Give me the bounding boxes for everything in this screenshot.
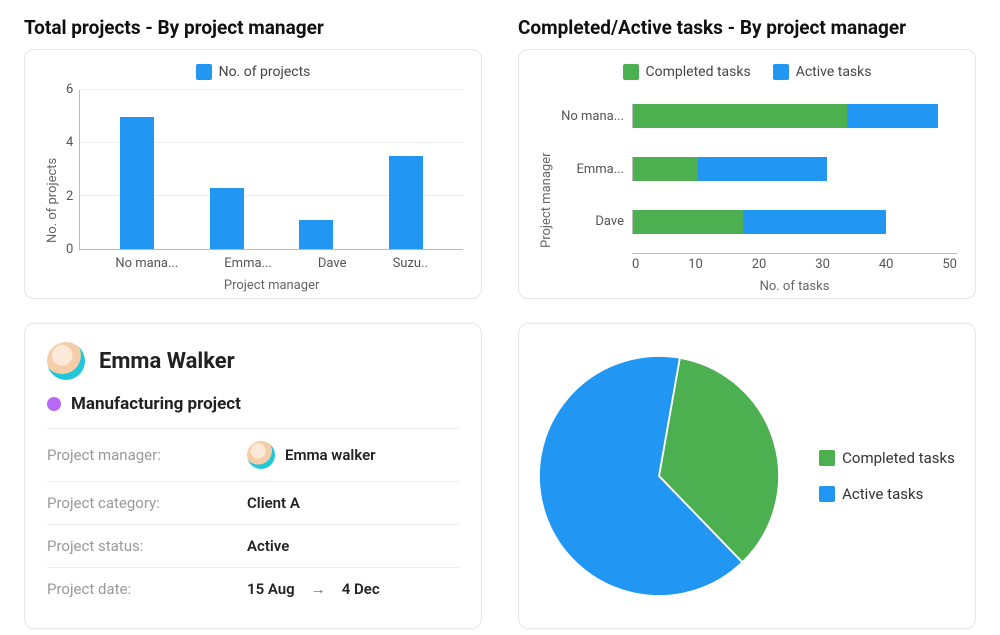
- row-label: Emma...: [554, 162, 632, 177]
- plot-area: No mana... Emma... Dave Suzu.. Project m…: [79, 90, 463, 250]
- bar: [120, 117, 154, 250]
- detail-value: 15 Aug → 4 Dec: [247, 580, 380, 598]
- person-header: Emma Walker: [47, 342, 459, 380]
- legend-item-active: Active tasks: [819, 485, 955, 503]
- legend-item-completed: Completed tasks: [819, 449, 955, 467]
- date-end: 4 Dec: [342, 580, 380, 598]
- detail-label: Project date:: [47, 580, 247, 598]
- y-axis-label: No. of projects: [43, 90, 60, 280]
- avatar: [47, 342, 85, 380]
- x-axis-label: No. of tasks: [632, 279, 957, 294]
- x-axis-label: Project manager: [80, 278, 463, 293]
- x-tick: 30: [815, 257, 830, 272]
- legend-item: No. of projects: [196, 64, 311, 80]
- panel-pie: Completed tasks Active tasks: [518, 323, 976, 629]
- row-label: Dave: [554, 214, 632, 229]
- x-tick: 20: [752, 257, 767, 272]
- legend-label: Active tasks: [842, 485, 923, 503]
- date-start: 15 Aug: [247, 580, 295, 598]
- detail-row-category: Project category: Client A: [47, 481, 459, 524]
- pie-chart: [539, 356, 779, 596]
- segment-completed: [633, 210, 743, 234]
- x-tick: 10: [688, 257, 703, 272]
- bar-chart: No. of projects 6 4 2 0 No mana... Emma.…: [43, 90, 463, 280]
- project-details-card: Emma Walker Manufacturing project Projec…: [24, 323, 482, 629]
- panel-title: Completed/Active tasks - By project mana…: [518, 16, 976, 39]
- swatch-blue: [773, 64, 789, 80]
- segment-active: [743, 210, 886, 234]
- x-ticks: No mana... Emma... Dave Suzu..: [80, 256, 463, 271]
- detail-value: Active: [247, 537, 289, 555]
- legend-label: Completed tasks: [646, 64, 751, 80]
- stacked-bar-chart: Project manager No mana... Emma... Dave 0 …: [537, 90, 957, 280]
- row-label: No mana...: [554, 109, 632, 124]
- detail-value: Client A: [247, 494, 300, 512]
- detail-label: Project manager:: [47, 446, 247, 464]
- panel-title: Total projects - By project manager: [24, 16, 482, 39]
- segment-active: [698, 157, 828, 181]
- swatch-blue: [819, 486, 835, 502]
- bar-track: [632, 157, 957, 181]
- stacked-bar-row: Emma...: [554, 143, 957, 196]
- x-tick: Emma...: [224, 256, 272, 271]
- card: No. of projects No. of projects 6 4 2 0: [24, 49, 482, 299]
- y-axis-label: Project manager: [537, 90, 554, 280]
- segment-completed: [633, 157, 698, 181]
- project-title-row: Manufacturing project: [47, 394, 459, 414]
- legend-label: Completed tasks: [842, 449, 955, 467]
- detail-label: Project category:: [47, 494, 247, 512]
- manager-name: Emma walker: [285, 446, 376, 464]
- person-name: Emma Walker: [99, 349, 235, 374]
- project-color-dot: [47, 397, 61, 411]
- panel-total-projects: Total projects - By project manager No. …: [24, 16, 482, 299]
- pie-legend: Completed tasks Active tasks: [819, 449, 955, 503]
- x-tick: 50: [942, 257, 957, 272]
- arrow-right-icon: →: [305, 580, 332, 598]
- bar-track: [632, 104, 957, 128]
- detail-row-date: Project date: 15 Aug → 4 Dec: [47, 567, 459, 610]
- x-axis: [632, 253, 957, 254]
- bar-track: [632, 210, 957, 234]
- legend: Completed tasks Active tasks: [537, 64, 957, 80]
- bars: [80, 90, 463, 249]
- x-tick: Dave: [318, 256, 347, 271]
- detail-label: Project status:: [47, 537, 247, 555]
- x-tick: 40: [879, 257, 894, 272]
- stacked-bar-row: Dave: [554, 196, 957, 249]
- bar: [299, 220, 333, 249]
- stacked-bar-row: No mana...: [554, 90, 957, 143]
- card: Completed tasks Active tasks Project man…: [518, 49, 976, 299]
- x-ticks: 0 10 20 30 40 50: [632, 257, 957, 272]
- segment-completed: [633, 104, 847, 128]
- legend-label: Active tasks: [796, 64, 872, 80]
- y-ticks: 6 4 2 0: [60, 90, 79, 280]
- legend-item-completed: Completed tasks: [623, 64, 751, 80]
- x-tick: No mana...: [115, 256, 178, 271]
- project-title: Manufacturing project: [71, 394, 241, 414]
- swatch-green: [623, 64, 639, 80]
- bar: [389, 156, 423, 249]
- panel-completed-active: Completed/Active tasks - By project mana…: [518, 16, 976, 299]
- segment-active: [847, 104, 938, 128]
- swatch-blue: [196, 64, 212, 80]
- legend: No. of projects: [43, 64, 463, 80]
- detail-value: Emma walker: [247, 441, 376, 469]
- avatar: [247, 441, 275, 469]
- x-tick: Suzu..: [393, 256, 428, 271]
- legend-item-active: Active tasks: [773, 64, 872, 80]
- x-tick: 0: [632, 257, 639, 272]
- bar: [210, 188, 244, 249]
- plot-area: No mana...Emma...Dave 0 10 20 30 40 50 N…: [554, 90, 957, 250]
- swatch-green: [819, 450, 835, 466]
- detail-row-manager: Project manager: Emma walker: [47, 428, 459, 481]
- legend-label: No. of projects: [219, 64, 311, 80]
- detail-row-status: Project status: Active: [47, 524, 459, 567]
